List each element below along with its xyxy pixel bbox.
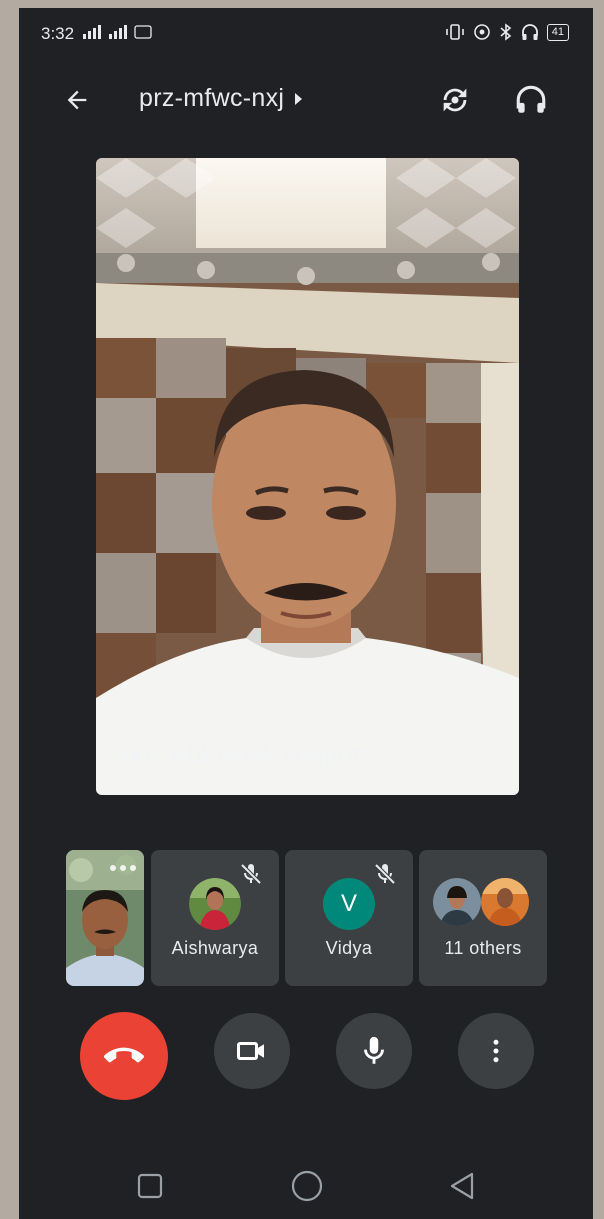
speaker-video-frame <box>96 158 519 795</box>
meeting-info-button[interactable]: prz-mfwc-nxj <box>139 84 304 113</box>
participant-name: Aishwarya <box>171 938 259 958</box>
switch-camera-icon <box>443 88 467 112</box>
status-bar: 3:32 41 <box>19 8 593 60</box>
avatar-aishwarya <box>189 878 241 930</box>
signal-icon <box>83 24 155 43</box>
bluetooth-icon <box>500 23 512 41</box>
back-button[interactable] <box>59 82 95 118</box>
avatar-initial: V <box>340 890 357 917</box>
videocam-icon <box>237 1042 264 1060</box>
camera-toggle-button[interactable] <box>214 1013 290 1089</box>
switch-camera-button[interactable] <box>435 80 475 120</box>
mic-toggle-button[interactable] <box>336 1013 412 1089</box>
chevron-right-icon <box>295 92 303 105</box>
more-indicator-icon <box>110 865 136 871</box>
more-vert-icon <box>493 1039 499 1063</box>
mic-off-icon <box>374 863 396 885</box>
headphones-icon <box>516 85 546 113</box>
others-avatars <box>433 878 529 926</box>
speaker-name: Abhishek Rajput <box>170 740 360 770</box>
more-options-button[interactable] <box>458 1013 534 1089</box>
participant-name: Vidya <box>325 938 373 958</box>
participant-tile-others[interactable]: 11 others <box>419 850 547 986</box>
arrow-left-icon <box>67 90 87 110</box>
main-speaker-video[interactable]: Abhishek Rajput <box>96 158 519 795</box>
hotspot-icon <box>473 24 490 40</box>
home-button[interactable] <box>290 1169 324 1203</box>
back-nav-button[interactable] <box>447 1171 477 1201</box>
status-time: 3:32 <box>41 24 75 43</box>
call-header: prz-mfwc-nxj <box>19 70 593 130</box>
participant-tile-aishwarya[interactable]: Aishwarya <box>151 850 279 986</box>
phone-hangup-icon <box>104 1047 144 1063</box>
speaker-label: Abhishek Rajput <box>120 740 359 771</box>
system-nav-bar <box>19 1158 593 1218</box>
meet-call-screen: 3:32 41 prz-mfwc-nxj Abhishek Rajput Ais… <box>19 8 593 1219</box>
headphones-status-icon <box>521 24 538 40</box>
audio-output-button[interactable] <box>511 80 551 120</box>
audio-activity-icon <box>121 747 152 764</box>
end-call-button[interactable] <box>80 1012 168 1100</box>
vibrate-icon <box>445 24 464 40</box>
status-icons: 41 <box>445 23 569 41</box>
participant-name: 11 others <box>444 938 522 958</box>
meeting-code: prz-mfwc-nxj <box>139 84 285 112</box>
avatar-vidya: V <box>323 878 375 930</box>
participant-tile-vidya[interactable]: V Vidya <box>285 850 413 986</box>
mic-icon <box>364 1036 384 1064</box>
battery-icon: 41 <box>546 23 569 41</box>
self-view-tile[interactable] <box>66 850 144 986</box>
recents-button[interactable] <box>136 1172 164 1200</box>
mic-off-icon <box>240 863 262 885</box>
